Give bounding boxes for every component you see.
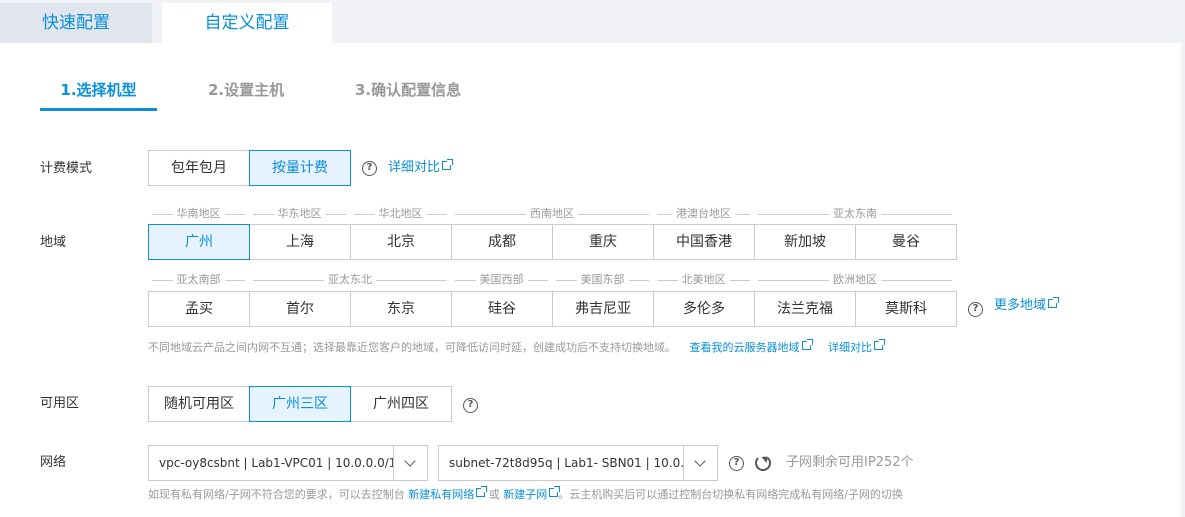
step-confirm-config[interactable]: 3.确认配置信息 (355, 80, 461, 100)
region-note: 不同地域云产品之间内网不互通；选择最靠近您客户的地域，可降低访问时延，创建成功后… (148, 339, 885, 356)
network-note: 如现有私有网络/子网不符合您的要求，可以去控制台 新建私有网络 或 新建子网 。云… (148, 486, 903, 503)
subnet-select-value: subnet-72t8d95q | Lab1- SBN01 | 10.0.0.0… (449, 456, 718, 470)
region-option[interactable]: 硅谷 (451, 291, 553, 327)
region-option[interactable]: 新加坡 (754, 224, 856, 260)
external-link-icon (476, 486, 488, 497)
network-note-text: 如现有私有网络/子网不符合您的要求，可以去控制台 (148, 488, 405, 501)
region-group-label: 华东地区 (273, 207, 326, 221)
region-option[interactable]: 成都 (451, 224, 553, 260)
zone-option-guangzhou-4[interactable]: 广州四区 (350, 386, 452, 422)
my-server-regions-link[interactable]: 查看我的云服务器地域 (690, 339, 813, 354)
region-option[interactable]: 多伦多 (653, 291, 755, 327)
region-option[interactable]: 首尔 (249, 291, 351, 327)
region-group-label: 西南地区 (526, 207, 578, 221)
subnet-select[interactable]: subnet-72t8d95q | Lab1- SBN01 | 10.0.0.0… (438, 445, 718, 481)
region-option[interactable]: 北京 (350, 224, 452, 260)
region-option[interactable]: 弗吉尼亚 (552, 291, 654, 327)
vpc-select-value: vpc-oy8csbnt | Lab1-VPC01 | 10.0.0.0/16 (159, 456, 405, 470)
region-group-header: 亚太南部 (152, 273, 245, 287)
vpc-select[interactable]: vpc-oy8csbnt | Lab1-VPC01 | 10.0.0.0/16 (148, 445, 428, 481)
tab-custom-config[interactable]: 自定义配置 (162, 3, 332, 43)
region-option[interactable]: 莫斯科 (855, 291, 957, 327)
region-option[interactable]: 中国香港 (653, 224, 755, 260)
region-group-header: 亚太东南 (758, 207, 952, 221)
zone-option-random[interactable]: 随机可用区 (148, 386, 250, 422)
region-group-label: 港澳台地区 (672, 207, 735, 221)
region-option[interactable]: 上海 (249, 224, 351, 260)
region-label: 地域 (40, 235, 67, 250)
create-subnet-link[interactable]: 新建子网 (503, 486, 561, 501)
region-option[interactable]: 广州 (148, 224, 250, 260)
external-link-icon (874, 339, 885, 350)
external-link-icon (801, 339, 813, 350)
help-icon[interactable]: ? (968, 302, 983, 317)
chevron-down-icon[interactable] (683, 446, 717, 480)
subnet-remaining-ip: 子网剩余可用IP252个 (786, 455, 914, 470)
region-option[interactable]: 法兰克福 (754, 291, 856, 327)
billing-compare-link[interactable]: 详细对比 (388, 159, 454, 177)
config-panel: 1.选择机型 2.设置主机 3.确认配置信息 计费模式 包年包月 按量计费 ? … (0, 43, 1181, 517)
region-group-header: 美国东部 (556, 273, 649, 287)
config-mode-tabs: 快速配置 自定义配置 (0, 0, 1185, 43)
region-group-label: 北美地区 (677, 273, 730, 287)
region-option[interactable]: 重庆 (552, 224, 654, 260)
network-note-or: 或 (488, 488, 500, 501)
region-group-header: 欧洲地区 (758, 273, 952, 287)
billing-option-annual[interactable]: 包年包月 (148, 150, 250, 186)
region-group-header: 北美地区 (657, 273, 750, 287)
region-group-header: 西南地区 (455, 207, 649, 221)
region-compare-link[interactable]: 详细对比 (828, 339, 885, 354)
more-regions-link[interactable]: 更多地域 (994, 297, 1060, 315)
external-link-icon (1048, 297, 1060, 308)
network-label: 网络 (40, 455, 67, 470)
region-group-label: 亚太南部 (172, 273, 225, 287)
region-group-label: 亚太东南 (829, 207, 881, 221)
region-group-label: 欧洲地区 (829, 273, 881, 287)
region-group-label: 华南地区 (172, 207, 225, 221)
active-step-indicator (40, 108, 157, 111)
step-setup-host[interactable]: 2.设置主机 (208, 80, 284, 100)
region-group-header: 华东地区 (253, 207, 346, 221)
region-group-header: 华北地区 (354, 207, 447, 221)
region-option[interactable]: 东京 (350, 291, 452, 327)
help-icon[interactable]: ? (729, 456, 744, 471)
region-group-label: 华北地区 (374, 207, 427, 221)
billing-option-pay-as-you-go[interactable]: 按量计费 (249, 150, 351, 186)
region-group-header: 美国西部 (455, 273, 548, 287)
region-option[interactable]: 曼谷 (855, 224, 957, 260)
region-option[interactable]: 孟买 (148, 291, 250, 327)
zone-label: 可用区 (40, 396, 80, 411)
region-group-label: 美国东部 (576, 273, 629, 287)
step-select-model[interactable]: 1.选择机型 (40, 80, 157, 100)
help-icon[interactable]: ? (463, 398, 478, 413)
chevron-down-icon[interactable] (393, 446, 427, 480)
create-vpc-link[interactable]: 新建私有网络 (408, 486, 488, 501)
refresh-icon[interactable] (755, 455, 771, 471)
billing-label: 计费模式 (40, 161, 93, 176)
region-group-label: 美国西部 (475, 273, 528, 287)
tab-quick-config[interactable]: 快速配置 (0, 3, 152, 43)
external-link-icon (442, 159, 454, 170)
region-group-header: 华南地区 (152, 207, 245, 221)
region-group-label: 亚太东北 (324, 273, 376, 287)
help-icon[interactable]: ? (362, 161, 377, 176)
region-group-header: 亚太东北 (253, 273, 447, 287)
region-group-header: 港澳台地区 (657, 207, 750, 221)
network-note-suffix: 。云主机购买后可以通过控制台切换私有网络完成私有网络/子网的切换 (558, 488, 903, 501)
zone-option-guangzhou-3[interactable]: 广州三区 (249, 386, 351, 422)
external-link-icon (549, 486, 561, 497)
region-note-text: 不同地域云产品之间内网不互通；选择最靠近您客户的地域，可降低访问时延，创建成功后… (148, 341, 676, 354)
